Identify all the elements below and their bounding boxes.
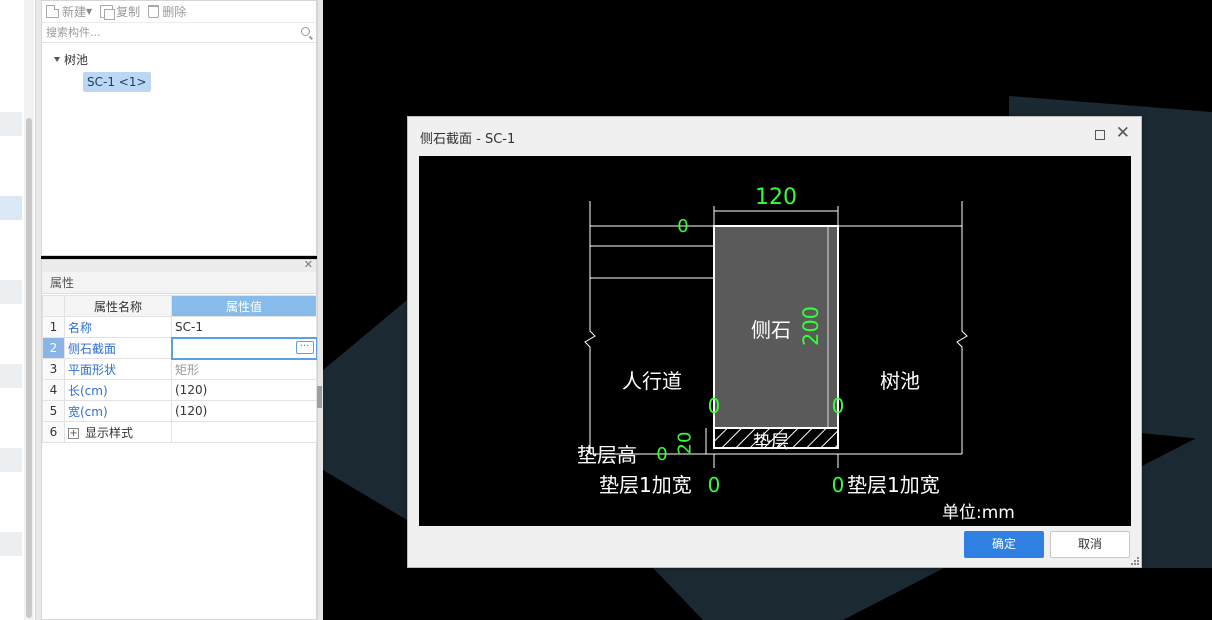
- close-icon[interactable]: ✕: [304, 258, 313, 271]
- property-value[interactable]: SC-1: [171, 316, 317, 338]
- property-name: 侧石截面: [64, 337, 172, 359]
- search-input[interactable]: [42, 23, 316, 42]
- property-name: 名称: [64, 316, 172, 338]
- chevron-down-icon[interactable]: ▼: [86, 7, 92, 16]
- maximize-icon[interactable]: [1095, 130, 1105, 140]
- delete-label: 删除: [162, 5, 187, 19]
- table-row[interactable]: 2 侧石截面 ···: [42, 336, 318, 360]
- expand-arrow-icon[interactable]: [54, 57, 60, 62]
- property-value-editor[interactable]: ···: [170, 336, 318, 360]
- nav-strip-item[interactable]: [0, 448, 22, 472]
- nav-scrollbar-thumb[interactable]: [26, 118, 32, 618]
- property-name: 长(cm): [64, 379, 172, 401]
- cushion-height-value[interactable]: 20: [675, 432, 696, 455]
- cushion-side-value[interactable]: 0: [656, 444, 667, 465]
- component-list-panel: 新建 ▼ 复制 删除 树池 SC-1 <1>: [41, 0, 317, 256]
- sidewalk-label: 人行道: [622, 369, 682, 393]
- top-offset-value[interactable]: 0: [677, 216, 688, 237]
- property-value[interactable]: (120): [171, 400, 317, 422]
- height-value[interactable]: 200: [799, 306, 823, 346]
- row-number: 4: [42, 379, 65, 401]
- close-icon[interactable]: ✕: [1116, 125, 1130, 142]
- right-side-value[interactable]: 0: [832, 394, 845, 418]
- right-widen-value[interactable]: 0: [832, 473, 845, 497]
- dialog-titlebar[interactable]: 侧石截面 - SC-1 ✕: [408, 117, 1141, 155]
- properties-title: 属性: [42, 272, 316, 294]
- unit-label: 单位:mm: [942, 503, 1015, 523]
- table-row[interactable]: 5 宽(cm) (120): [42, 400, 317, 422]
- search-bar: [42, 23, 316, 43]
- row-number: 5: [42, 400, 65, 422]
- background-shape: [323, 300, 407, 520]
- table-row[interactable]: 6 + 显示样式: [42, 421, 317, 443]
- table-row[interactable]: 1 名称 SC-1: [42, 316, 317, 338]
- right-widen-label: 垫层1加宽: [847, 473, 940, 497]
- nav-strip-item[interactable]: [0, 364, 22, 388]
- resize-grip-icon[interactable]: [1131, 557, 1139, 565]
- row-number: 1: [42, 316, 65, 338]
- property-value[interactable]: 矩形: [171, 358, 317, 380]
- property-name[interactable]: + 显示样式: [64, 421, 172, 443]
- section-diagram-canvas: 侧石 人行道 树池 垫层 垫层高 垫层1加宽 垫层1加宽 单位:mm 120 0…: [419, 156, 1131, 526]
- treepit-label: 树池: [880, 369, 920, 393]
- new-button[interactable]: 新建 ▼: [46, 3, 92, 20]
- expand-plus-icon[interactable]: +: [68, 427, 79, 439]
- cushion-height-label: 垫层高: [577, 443, 637, 467]
- properties-panel: ✕ 属性 属性名称 属性值 1 名称 SC-1 2 侧石截面 ··· 3 平面形…: [41, 258, 318, 620]
- copy-button[interactable]: 复制: [100, 3, 140, 20]
- cushion-label: 垫层: [753, 432, 789, 453]
- property-name: 宽(cm): [64, 400, 172, 422]
- property-name: 平面形状: [64, 358, 172, 380]
- dialog-title: 侧石截面 - SC-1: [420, 132, 516, 147]
- nav-strip-item[interactable]: [0, 112, 22, 136]
- nav-strip-item[interactable]: [0, 532, 22, 556]
- corner-cell: [42, 295, 65, 317]
- table-row[interactable]: 3 平面形状 矩形: [42, 358, 317, 380]
- stone-label: 侧石: [751, 318, 791, 342]
- copy-icon: [100, 5, 116, 20]
- splitter-handle[interactable]: [317, 386, 322, 408]
- left-break-line: [584, 201, 596, 454]
- delete-button[interactable]: 删除: [148, 3, 186, 20]
- left-widen-value[interactable]: 0: [708, 473, 721, 497]
- tree-node-sc1[interactable]: SC-1 <1>: [83, 72, 151, 92]
- table-row[interactable]: 4 长(cm) (120): [42, 379, 317, 401]
- left-widen-label: 垫层1加宽: [599, 473, 692, 497]
- nav-scrollbar[interactable]: [24, 0, 34, 620]
- row-number: 2: [42, 337, 65, 359]
- row-number: 6: [42, 421, 65, 443]
- new-label: 新建: [62, 5, 87, 19]
- cancel-button[interactable]: 取消: [1050, 531, 1130, 558]
- property-value[interactable]: (120): [171, 379, 317, 401]
- properties-topbar: ✕: [42, 258, 316, 272]
- search-icon[interactable]: [301, 27, 310, 36]
- tree-node-label: 树池: [64, 53, 89, 67]
- header-value: 属性值: [171, 295, 317, 317]
- nav-strip-item[interactable]: [0, 280, 22, 304]
- nav-strip-item-selected[interactable]: [0, 196, 22, 220]
- stone-section-dialog: 侧石截面 - SC-1 ✕ 侧石 人行道 树池 垫层 垫层高 垫层1加宽 垫层1…: [407, 116, 1142, 568]
- row-number: 3: [42, 358, 65, 380]
- section-diagram: 侧石 人行道 树池 垫层 垫层高 垫层1加宽 垫层1加宽 单位:mm 120 0…: [577, 185, 1015, 523]
- header-name: 属性名称: [64, 295, 172, 317]
- properties-table: 属性名称 属性值 1 名称 SC-1 2 侧石截面 ··· 3 平面形状 矩形 …: [42, 295, 318, 443]
- left-nav-strip: [0, 0, 36, 620]
- ok-button[interactable]: 确定: [964, 531, 1044, 558]
- left-side-value[interactable]: 0: [708, 394, 721, 418]
- table-header-row: 属性名称 属性值: [42, 295, 317, 317]
- width-value[interactable]: 120: [755, 185, 797, 210]
- property-name-label: 显示样式: [85, 425, 134, 440]
- right-break-line: [956, 201, 968, 454]
- property-value[interactable]: [171, 421, 317, 443]
- copy-label: 复制: [116, 5, 141, 19]
- new-file-icon: [46, 5, 59, 18]
- trash-icon: [148, 5, 160, 18]
- component-toolbar: 新建 ▼ 复制 删除: [42, 1, 316, 23]
- tree-node-treepit[interactable]: 树池: [54, 51, 88, 68]
- ellipsis-button[interactable]: ···: [295, 340, 314, 354]
